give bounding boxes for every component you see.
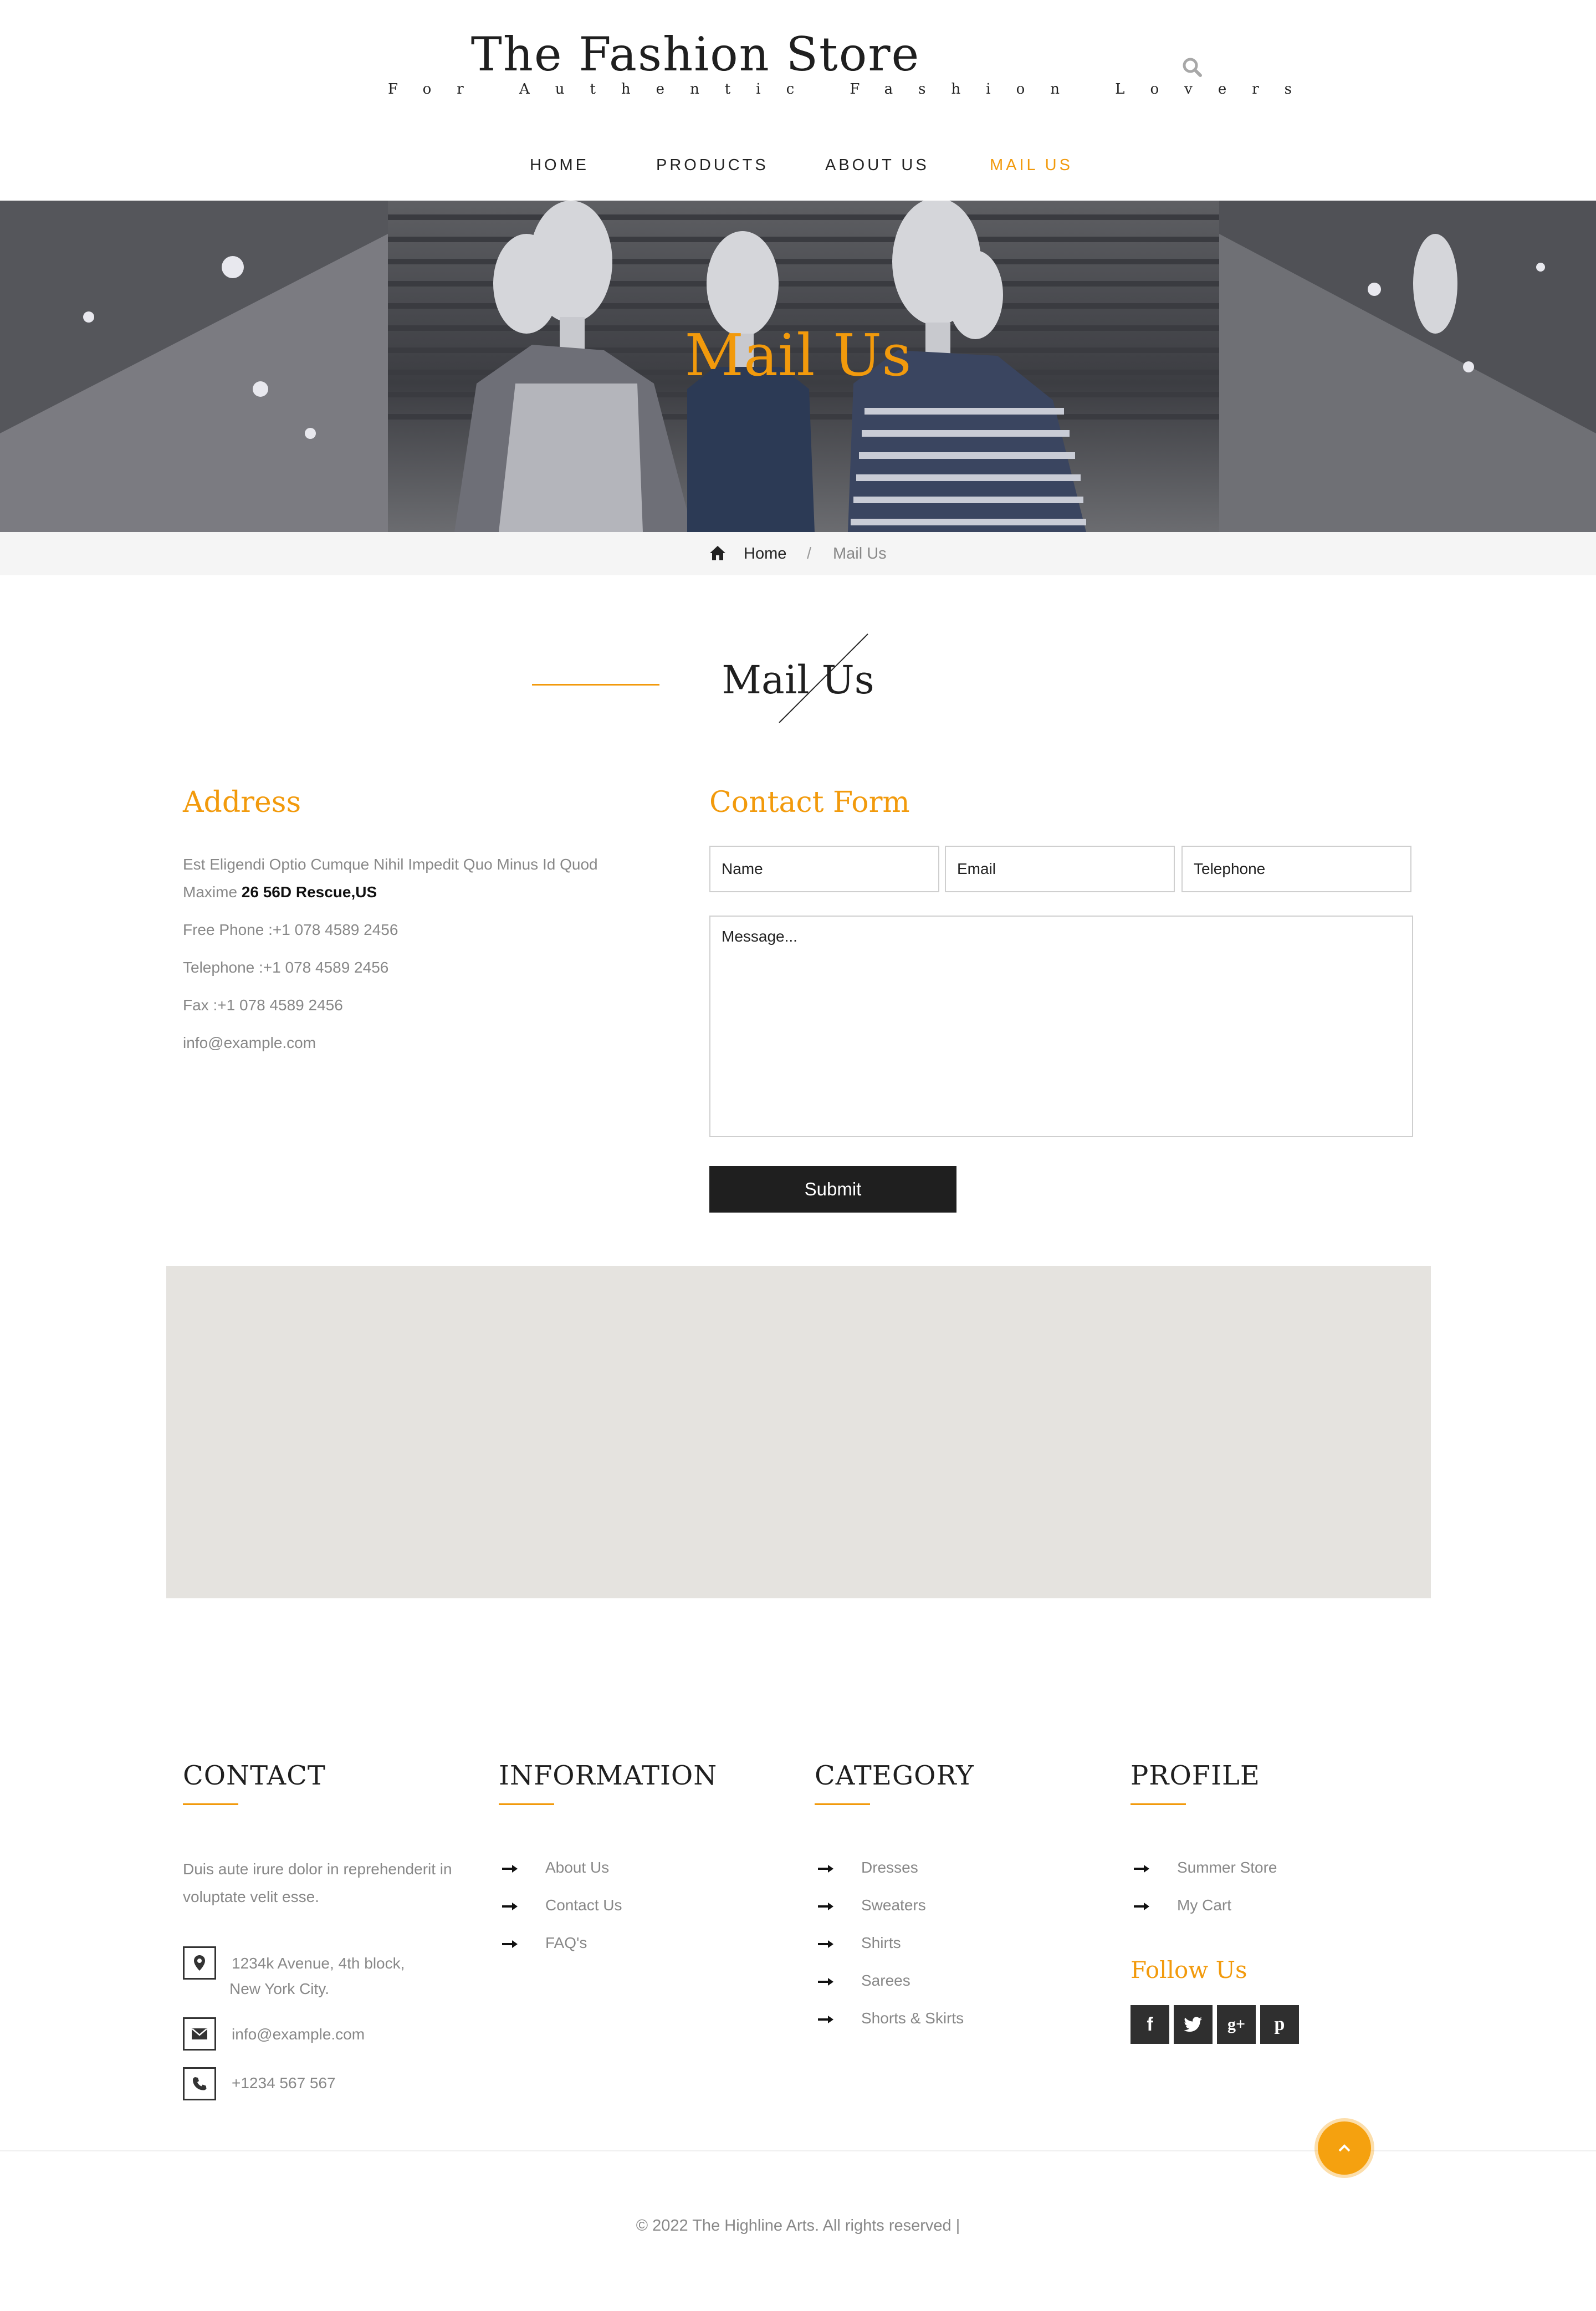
site-header: The Fashion Store For Authentic Fashion … — [0, 0, 1596, 201]
footer-information-heading: INFORMATION — [499, 1760, 718, 1791]
arrow-right-icon — [818, 1940, 833, 1948]
pinterest-icon[interactable]: p — [1260, 2005, 1299, 2044]
nav-products[interactable]: PRODUCTS — [656, 156, 769, 175]
search-icon[interactable] — [1180, 55, 1205, 80]
site-tagline: For Authentic Fashion Lovers — [388, 81, 1318, 98]
name-input[interactable] — [709, 846, 939, 892]
breadcrumb: Home / Mail Us — [0, 532, 1596, 575]
arrow-right-icon — [818, 1865, 833, 1873]
section-heading-line — [532, 684, 659, 686]
arrow-right-icon — [818, 2016, 833, 2023]
home-icon[interactable] — [709, 545, 726, 561]
chevron-up-icon — [1338, 2144, 1351, 2152]
footer-information-underline — [499, 1803, 554, 1805]
google-plus-icon[interactable]: g+ — [1217, 2005, 1256, 2044]
telephone-input[interactable] — [1181, 846, 1411, 892]
footer-link-contact-us[interactable]: Contact Us — [545, 1896, 622, 1914]
google-plus-glyph: g+ — [1227, 2015, 1246, 2033]
footer-phone: +1234 567 567 — [232, 2074, 336, 2092]
footer-category-underline — [815, 1803, 870, 1805]
footer-address-line1: 1234k Avenue, 4th block, — [232, 1955, 405, 1972]
pinterest-glyph: p — [1274, 2014, 1285, 2034]
footer-link-my-cart[interactable]: My Cart — [1177, 1896, 1231, 1914]
nav-about-us[interactable]: ABOUT US — [825, 156, 929, 175]
footer-link-shorts-skirts[interactable]: Shorts & Skirts — [861, 2010, 964, 2027]
address-heading: Address — [183, 786, 301, 819]
facebook-glyph: f — [1147, 2013, 1153, 2035]
arrow-right-icon — [502, 1865, 518, 1873]
footer-link-shirts[interactable]: Shirts — [861, 1934, 901, 1952]
footer-email[interactable]: info@example.com — [232, 2021, 365, 2048]
email-input[interactable] — [945, 846, 1175, 892]
address-line-bold: 26 56D Rescue,US — [241, 883, 377, 901]
address-text: Est Eligendi Optio Cumque Nihil Impedit … — [183, 851, 637, 906]
footer-link-sarees[interactable]: Sarees — [861, 1972, 910, 1990]
fax-text: Fax :+1 078 4589 2456 — [183, 996, 343, 1014]
nav-mail-us[interactable]: MAIL US — [990, 156, 1073, 175]
message-textarea[interactable] — [709, 916, 1413, 1137]
footer-link-dresses[interactable]: Dresses — [861, 1859, 918, 1877]
envelope-icon — [183, 2017, 216, 2051]
phone-icon — [183, 2067, 216, 2100]
footer-contact-text: Duis aute irure dolor in reprehenderit i… — [183, 1860, 452, 1905]
back-to-top-button[interactable] — [1318, 2121, 1371, 2175]
footer-link-faqs[interactable]: FAQ's — [545, 1934, 587, 1952]
arrow-right-icon — [502, 1940, 518, 1948]
submit-button[interactable]: Submit — [709, 1166, 956, 1213]
footer-link-about-us[interactable]: About Us — [545, 1859, 609, 1877]
footer-profile-heading: PROFILE — [1130, 1760, 1260, 1791]
arrow-right-icon — [1134, 1903, 1149, 1910]
breadcrumb-current: Mail Us — [833, 545, 887, 563]
arrow-right-icon — [818, 1903, 833, 1910]
footer-category-heading: CATEGORY — [815, 1760, 974, 1791]
follow-us-heading: Follow Us — [1130, 1956, 1247, 1983]
site-title[interactable]: The Fashion Store — [388, 27, 1003, 83]
breadcrumb-separator: / — [807, 545, 812, 563]
banner-title: Mail Us — [684, 321, 912, 389]
arrow-right-icon — [1134, 1865, 1149, 1873]
footer-profile-underline — [1130, 1803, 1186, 1805]
arrow-right-icon — [502, 1903, 518, 1910]
footer-address-line2: New York City. — [229, 1980, 329, 1997]
map-marker-icon — [183, 1946, 216, 1980]
page-banner: Mail Us — [0, 201, 1596, 532]
copyright-text: © 2022 The Highline Arts. All rights res… — [636, 2217, 960, 2235]
twitter-icon[interactable] — [1174, 2005, 1213, 2044]
footer-contact-heading: CONTACT — [183, 1760, 326, 1791]
breadcrumb-home-link[interactable]: Home — [744, 545, 786, 563]
contact-form-heading: Contact Form — [709, 786, 910, 819]
section-title: Mail Us — [722, 657, 874, 703]
footer-link-summer-store[interactable]: Summer Store — [1177, 1859, 1277, 1877]
facebook-icon[interactable]: f — [1130, 2005, 1169, 2044]
telephone-text: Telephone :+1 078 4589 2456 — [183, 959, 389, 976]
free-phone-text: Free Phone :+1 078 4589 2456 — [183, 921, 398, 938]
address-email-text[interactable]: info@example.com — [183, 1034, 316, 1052]
map-embed[interactable] — [166, 1266, 1431, 1598]
main-nav: HOME PRODUCTS ABOUT US MAIL US — [0, 144, 1596, 188]
nav-home[interactable]: HOME — [530, 156, 589, 175]
arrow-right-icon — [818, 1978, 833, 1986]
footer-link-sweaters[interactable]: Sweaters — [861, 1896, 926, 1914]
footer-contact-underline — [183, 1803, 238, 1805]
